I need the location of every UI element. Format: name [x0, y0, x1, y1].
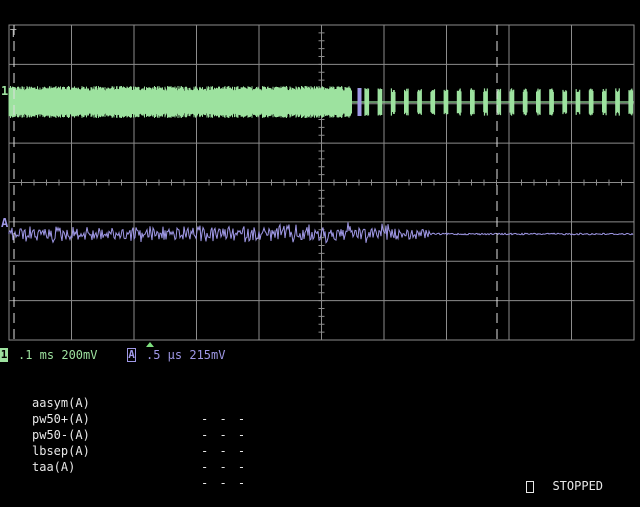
waveform-display[interactable]: T 1 A — [0, 0, 640, 345]
chA-level-marker[interactable]: A — [1, 216, 9, 230]
acquisition-state-label: STOPPED — [552, 479, 604, 493]
measurement-row: pw50+(A) - - - — [32, 395, 292, 442]
ch1-badge[interactable]: 1 — [0, 348, 8, 362]
graticule — [8, 24, 635, 341]
measurements-panel: aasym(A) - - - pw50+(A) - - - pw50-(A) -… — [32, 379, 292, 490]
ch1-level-marker[interactable]: 1 — [1, 84, 8, 98]
ch1-trigger-spike — [357, 88, 362, 116]
ch1-waveform — [8, 86, 634, 118]
measurement-value: - - - — [201, 476, 248, 490]
chA-settings: .5 µs 215mV — [146, 348, 226, 362]
channel-status-bar: 1 .1 ms 200mV A .5 µs 215mV — [0, 346, 640, 364]
ch1-settings: .1 ms 200mV — [18, 348, 98, 362]
chA-badge[interactable]: A — [127, 348, 136, 362]
measurement-row: aasym(A) - - - — [32, 379, 292, 426]
measurement-row: lbsep(A) - - - — [32, 427, 292, 474]
acquisition-status[interactable]: STOPPED — [512, 462, 603, 494]
measurement-name: taa(A) — [32, 460, 76, 474]
ch1-trace-dense — [8, 86, 352, 118]
trigger-marker-icon: T — [10, 27, 17, 40]
measurement-value: - - - — [201, 460, 248, 474]
run-stop-icon — [526, 480, 535, 493]
ch1-trace-bursts — [352, 88, 634, 116]
measurement-row: pw50-(A) - - - — [32, 411, 292, 458]
measurement-row: taa(A) - - - — [32, 443, 292, 490]
